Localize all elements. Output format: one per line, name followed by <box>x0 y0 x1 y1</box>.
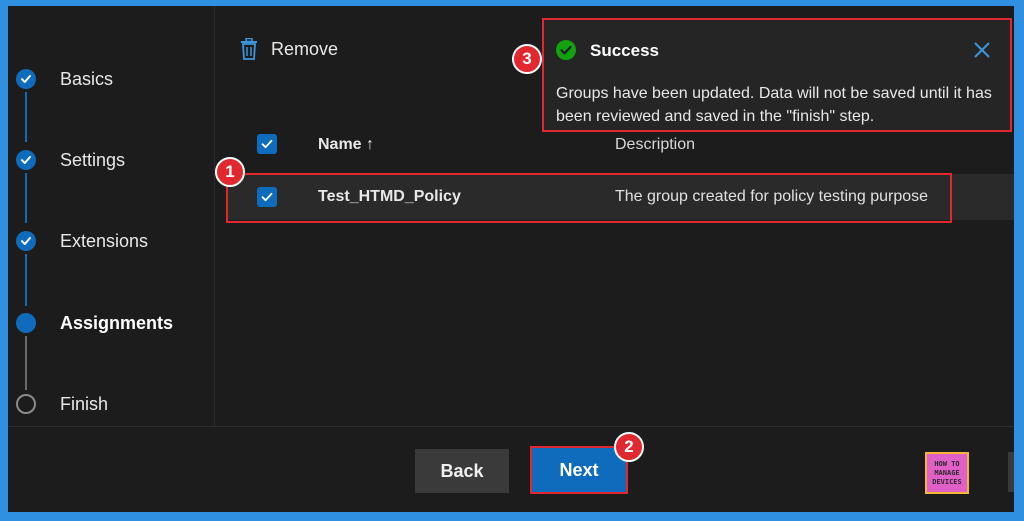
step-label: Extensions <box>60 230 149 251</box>
current-step-icon <box>16 313 36 333</box>
step-assignments[interactable]: Assignments <box>16 309 173 337</box>
remove-button[interactable]: Remove <box>239 38 338 60</box>
success-toast: Success Groups have been updated. Data w… <box>542 18 1012 132</box>
back-button[interactable]: Back <box>415 449 509 493</box>
step-connector <box>25 336 27 390</box>
check-icon <box>16 231 36 251</box>
annotation-badge-3: 3 <box>512 44 542 74</box>
check-icon <box>16 69 36 89</box>
check-icon <box>16 150 36 170</box>
toast-message: Groups have been updated. Data will not … <box>556 85 992 125</box>
close-icon[interactable] <box>972 40 992 60</box>
annotation-badge-2: 2 <box>614 432 644 462</box>
column-header-description[interactable]: Description <box>615 136 695 154</box>
select-all-checkbox[interactable] <box>257 134 277 154</box>
logo-line: MANAGE <box>934 468 960 477</box>
step-label: Assignments <box>60 312 174 333</box>
check-circle-icon <box>556 40 576 60</box>
step-connector <box>25 173 27 223</box>
step-connector <box>25 92 27 142</box>
brand-logo: HOW TO MANAGE DEVICES <box>925 452 969 494</box>
logo-line: DEVICES <box>932 477 962 486</box>
step-label: Settings <box>60 149 126 170</box>
pending-step-icon <box>16 394 36 414</box>
column-header-name[interactable]: Name ↑ <box>318 136 374 154</box>
logo-line: HOW TO <box>934 459 960 468</box>
toast-title: Success <box>590 41 659 60</box>
step-label: Finish <box>60 393 109 414</box>
step-basics[interactable]: Basics <box>16 65 113 93</box>
wizard-footer: Back Next 2 HOW TO MANAGE DEVICES <box>8 426 1014 512</box>
wizard-frame: Basics Settings Extensions Assignments F… <box>8 6 1014 512</box>
annotation-badge-1: 1 <box>215 157 245 187</box>
check-icon <box>261 139 273 149</box>
wizard-steps: Basics Settings Extensions Assignments F… <box>8 6 215 426</box>
next-button[interactable]: Next <box>530 446 628 494</box>
step-connector <box>25 254 27 306</box>
edge-button[interactable] <box>1008 452 1014 492</box>
step-finish[interactable]: Finish <box>16 390 108 418</box>
row-highlight-box <box>226 173 952 223</box>
step-settings[interactable]: Settings <box>16 146 125 174</box>
remove-label: Remove <box>271 38 339 59</box>
trash-icon <box>241 38 257 60</box>
step-label: Basics <box>60 68 114 89</box>
table-header: Name ↑ Description <box>215 129 1014 163</box>
step-extensions[interactable]: Extensions <box>16 227 148 255</box>
